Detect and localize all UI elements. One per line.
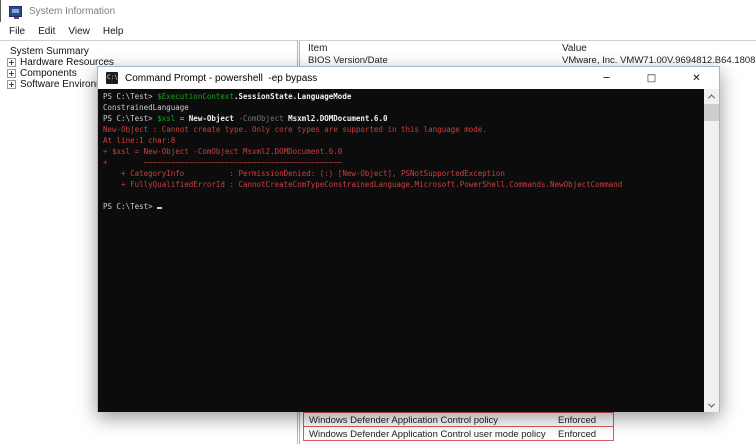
maximize-button[interactable]: □ (629, 67, 674, 89)
wdac-highlight-annotation: Windows Defender Application Control pol… (303, 412, 614, 441)
minimize-button[interactable]: ─ (584, 67, 629, 89)
chevron-up-icon (707, 93, 716, 101)
scroll-up-button[interactable] (704, 89, 719, 103)
wdac-policy-item-cell: Windows Defender Application Control pol… (309, 415, 499, 426)
console-titlebar[interactable]: C:\ Command Prompt - powershell -ep bypa… (98, 67, 719, 89)
console-text-segment: PS C:\Test> (103, 114, 158, 123)
console-text-segment: + $xsl = New-Object -ComObject Msxml2.DO… (103, 147, 343, 156)
table-row-wdac-user-mode-policy[interactable]: Windows Defender Application Control use… (303, 426, 614, 441)
console-text-segment: PS C:\Test> (103, 202, 158, 211)
console-text-segment: + FullyQualifiedErrorId : CannotCreateCo… (103, 180, 623, 189)
chevron-down-icon (707, 400, 716, 408)
scroll-down-button[interactable] (704, 398, 719, 412)
sysinfo-menubar: File Edit View Help (1, 22, 756, 40)
console-line: New-Object : Cannot create type. Only co… (103, 124, 622, 135)
console-text-segment: -ComObject (238, 114, 289, 123)
scroll-thumb[interactable] (704, 104, 719, 121)
console-line: At line:1 char:8 (103, 135, 622, 146)
console-line: PS C:\Test> (103, 201, 622, 212)
console-text-segment: + CategoryInfo : PermissionDenied: (:) [… (103, 169, 505, 178)
bios-row-item-cell[interactable]: BIOS Version/Date (308, 55, 388, 66)
expand-plus-icon[interactable] (7, 80, 16, 89)
menu-item-view[interactable]: View (68, 26, 90, 37)
menu-item-file[interactable]: File (9, 26, 25, 37)
tree-item-components[interactable]: Components (7, 68, 77, 79)
wdac-user-policy-item-cell: Windows Defender Application Control use… (309, 429, 546, 440)
console-line: PS C:\Test> $ExecutionContext.SessionSta… (103, 91, 622, 102)
console-text-segment: At line:1 char:8 (103, 136, 176, 145)
console-text-segment: New-Object : Cannot create type. Only co… (103, 125, 487, 134)
system-information-icon (9, 5, 22, 19)
console-line: ConstrainedLanguage (103, 102, 622, 113)
expand-plus-icon[interactable] (7, 69, 16, 78)
expand-plus-icon[interactable] (7, 58, 16, 67)
console-text-segment: PS C:\Test> (103, 92, 158, 101)
console-line: + ~~~~~~~~~~~~~~~~~~~~~~~~~~~~~~~~~~~~~~… (103, 157, 622, 168)
window-controls: ─ □ ✕ (584, 67, 719, 89)
console-text-segment: ConstrainedLanguage (103, 103, 189, 112)
console-body[interactable]: PS C:\Test> $ExecutionContext.SessionSta… (98, 89, 704, 412)
menu-item-help[interactable]: Help (103, 26, 124, 37)
console-text-segment: + ~~~~~~~~~~~~~~~~~~~~~~~~~~~~~~~~~~~~~~… (103, 158, 343, 167)
wdac-user-policy-value-cell: Enforced (558, 429, 597, 440)
console-text-segment: .SessionState.LanguageMode (233, 92, 352, 101)
close-button[interactable]: ✕ (674, 67, 719, 89)
cmd-icon: C:\ (106, 72, 118, 84)
console-scrollbar[interactable] (704, 89, 719, 412)
column-header-value[interactable]: Value (562, 43, 587, 54)
console-line: PS C:\Test> $xsl = New-Object -ComObject… (103, 113, 622, 124)
console-line: + CategoryInfo : PermissionDenied: (:) [… (103, 168, 622, 179)
console-cursor (157, 202, 163, 209)
console-output: PS C:\Test> $ExecutionContext.SessionSta… (103, 91, 622, 212)
wdac-policy-value-cell: Enforced (558, 415, 597, 426)
console-line: + $xsl = New-Object -ComObject Msxml2.DO… (103, 146, 622, 157)
console-text-segment: Msxml2.DOMDocument.6.0 (288, 114, 388, 123)
menu-item-edit[interactable]: Edit (38, 26, 55, 37)
sysinfo-window-title: System Information (29, 5, 116, 17)
bios-row-value-cell[interactable]: VMware, Inc. VMW71.00V.9694812.B64.18082… (562, 55, 756, 66)
console-text-segment: New-Object (188, 114, 234, 123)
console-text-segment: $ExecutionContext (157, 92, 234, 101)
command-prompt-window: C:\ Command Prompt - powershell -ep bypa… (97, 66, 720, 412)
table-row-wdac-policy[interactable]: Windows Defender Application Control pol… (303, 412, 614, 427)
tree-item-system-summary[interactable]: System Summary (10, 46, 89, 57)
console-window-title: Command Prompt - powershell -ep bypass (125, 72, 318, 84)
console-text-segment: = (175, 114, 189, 123)
sysinfo-titlebar[interactable]: System Information (0, 0, 756, 22)
column-header-item[interactable]: Item (308, 43, 327, 54)
console-text-segment: $xsl (157, 114, 176, 123)
console-line: + FullyQualifiedErrorId : CannotCreateCo… (103, 179, 622, 190)
